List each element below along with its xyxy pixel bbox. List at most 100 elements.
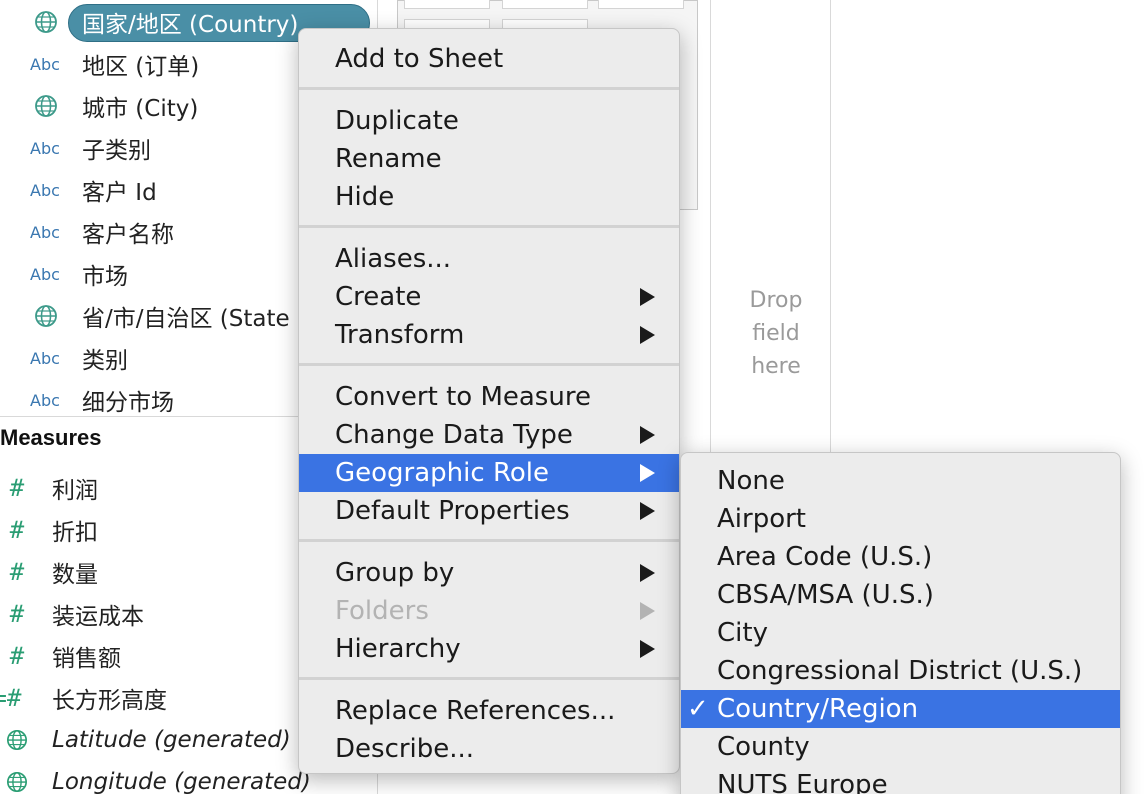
submenu-arrow-icon <box>640 426 655 444</box>
measures-heading: Measures <box>0 425 102 450</box>
submenu-arrow-icon <box>640 326 655 344</box>
abc-type-icon: Abc <box>30 180 60 200</box>
abc-type-icon: Abc <box>30 222 60 242</box>
menu-item-transform[interactable]: Transform <box>299 316 679 354</box>
menu-item-hierarchy[interactable]: Hierarchy <box>299 630 679 668</box>
column-divider <box>710 0 711 460</box>
submenu-arrow-icon <box>640 464 655 482</box>
menu-item-add-to-sheet[interactable]: Add to Sheet <box>299 40 679 78</box>
field-context-menu: Add to Sheet Duplicate Rename Hide Alias… <box>298 28 680 774</box>
menu-item-label: Aliases... <box>335 244 452 274</box>
submenu-item-airport[interactable]: Airport <box>681 500 1120 538</box>
abc-type-icon: Abc <box>30 390 60 410</box>
abc-type-icon: Abc <box>30 54 60 74</box>
submenu-item-label: CBSA/MSA (U.S.) <box>717 580 934 610</box>
submenu-item-label: NUTS Europe <box>717 770 888 794</box>
menu-item-rename[interactable]: Rename <box>299 140 679 178</box>
menu-item-folders: Folders <box>299 592 679 630</box>
menu-item-label: Rename <box>335 144 442 174</box>
abc-type-icon: Abc <box>30 264 60 284</box>
drop-text-line: field <box>752 321 800 346</box>
menu-item-group-by[interactable]: Group by <box>299 554 679 592</box>
submenu-item-city[interactable]: City <box>681 614 1120 652</box>
field-label: 省/市/自治区 (State <box>82 306 290 332</box>
geographic-role-submenu: None Airport Area Code (U.S.) CBSA/MSA (… <box>680 452 1121 794</box>
menu-item-convert-to-measure[interactable]: Convert to Measure <box>299 378 679 416</box>
submenu-arrow-icon <box>640 602 655 620</box>
submenu-item-label: Area Code (U.S.) <box>717 542 933 572</box>
menu-item-label: Convert to Measure <box>335 382 591 412</box>
drop-field-zone[interactable]: Drop field here <box>736 284 816 383</box>
field-label: 装运成本 <box>52 604 144 630</box>
abc-type-icon: Abc <box>30 138 60 158</box>
globe-icon <box>34 1 58 43</box>
menu-item-hide[interactable]: Hide <box>299 178 679 216</box>
submenu-item-cbsa-msa[interactable]: CBSA/MSA (U.S.) <box>681 576 1120 614</box>
field-label: 利润 <box>52 478 98 504</box>
submenu-item-label: None <box>717 466 785 496</box>
hash-icon: # <box>9 558 25 586</box>
menu-item-default-properties[interactable]: Default Properties <box>299 492 679 530</box>
field-label: 客户 Id <box>82 180 157 206</box>
field-label: 长方形高度 <box>52 688 167 714</box>
hash-icon: # <box>9 474 25 502</box>
grid-cell <box>404 0 490 9</box>
grid-cell <box>502 0 588 9</box>
menu-item-label: Hierarchy <box>335 634 461 664</box>
submenu-item-congressional-district[interactable]: Congressional District (U.S.) <box>681 652 1120 690</box>
submenu-item-label: County <box>717 732 810 762</box>
submenu-item-country-region[interactable]: ✓ Country/Region <box>681 690 1120 728</box>
menu-item-label: Add to Sheet <box>335 44 504 74</box>
menu-item-create[interactable]: Create <box>299 278 679 316</box>
globe-icon <box>34 295 58 337</box>
submenu-arrow-icon <box>640 502 655 520</box>
field-label: 折扣 <box>52 520 98 546</box>
submenu-item-county[interactable]: County <box>681 728 1120 766</box>
menu-item-label: Describe... <box>335 734 475 764</box>
field-label: 类别 <box>82 348 128 374</box>
globe-icon <box>6 719 28 761</box>
tableau-workspace: 国家/地区 (Country) Abc 地区 (订单) 城市 (City) Ab… <box>0 0 1146 794</box>
field-label: 客户名称 <box>82 222 174 248</box>
field-label: 市场 <box>82 264 128 290</box>
field-label: 子类别 <box>82 138 151 164</box>
field-label: 城市 (City) <box>82 96 199 122</box>
menu-item-aliases[interactable]: Aliases... <box>299 240 679 278</box>
field-label: 国家/地区 (Country) <box>82 12 299 38</box>
menu-item-label: Folders <box>335 596 429 626</box>
menu-item-label: Duplicate <box>335 106 459 136</box>
menu-item-label: Default Properties <box>335 496 570 526</box>
menu-item-change-data-type[interactable]: Change Data Type <box>299 416 679 454</box>
checkmark-icon: ✓ <box>687 694 709 724</box>
menu-item-label: Transform <box>335 320 465 350</box>
submenu-item-area-code[interactable]: Area Code (U.S.) <box>681 538 1120 576</box>
hash-icon: # <box>9 642 25 670</box>
drop-text-line: here <box>751 354 801 379</box>
field-label: Latitude (generated) <box>52 727 291 753</box>
menu-item-replace-references[interactable]: Replace References... <box>299 692 679 730</box>
calculated-hash-icon: =# <box>0 684 22 712</box>
field-label: 细分市场 <box>82 390 174 416</box>
submenu-item-label: City <box>717 618 768 648</box>
field-label: 销售额 <box>52 646 121 672</box>
menu-item-label: Create <box>335 282 422 312</box>
submenu-arrow-icon <box>640 564 655 582</box>
menu-item-label: Replace References... <box>335 696 616 726</box>
field-label: Longitude (generated) <box>52 769 311 794</box>
submenu-item-none[interactable]: None <box>681 462 1120 500</box>
menu-item-describe[interactable]: Describe... <box>299 730 679 768</box>
menu-item-geographic-role[interactable]: Geographic Role <box>299 454 679 492</box>
field-label: 地区 (订单) <box>82 54 200 80</box>
menu-item-duplicate[interactable]: Duplicate <box>299 102 679 140</box>
globe-icon <box>34 85 58 127</box>
menu-separator <box>299 225 679 228</box>
submenu-item-label: Airport <box>717 504 806 534</box>
menu-item-label: Hide <box>335 182 395 212</box>
menu-item-label: Group by <box>335 558 455 588</box>
submenu-item-nuts-europe[interactable]: NUTS Europe <box>681 766 1120 794</box>
column-divider <box>830 0 831 460</box>
submenu-item-label: Congressional District (U.S.) <box>717 656 1083 686</box>
hash-icon: # <box>9 516 25 544</box>
submenu-arrow-icon <box>640 640 655 658</box>
menu-item-label: Change Data Type <box>335 420 573 450</box>
